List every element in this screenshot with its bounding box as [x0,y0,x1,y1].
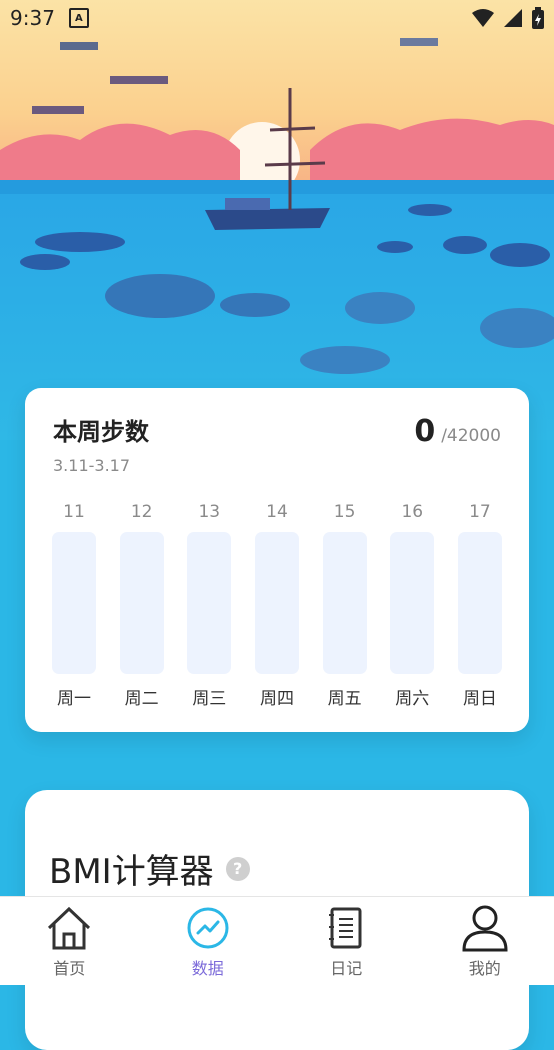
tab-label: 数据 [192,955,224,979]
day-date: 12 [131,500,153,524]
hero-illustration [0,0,554,440]
day-bar [255,532,299,674]
day-weekday: 周一 [57,684,91,709]
signal-icon [504,9,522,27]
day-weekday: 周六 [395,684,429,709]
current-steps: 0 [414,414,435,449]
day-bar [458,532,502,674]
status-bar: 9:37 A [0,0,554,36]
steps-total: 0 /42000 [414,414,501,449]
day-column[interactable]: 13 周三 [187,500,231,710]
help-icon[interactable]: ? [226,857,250,881]
notebook-icon [329,903,363,953]
day-weekday: 周日 [463,684,497,709]
weekly-steps-card[interactable]: 本周步数 3.11-3.17 0 /42000 11 周一 12 周二 13 周… [25,388,529,732]
tab-label: 日记 [330,955,362,979]
day-date: 13 [198,500,220,524]
bmi-title: BMI计算器 [49,844,214,893]
battery-icon [532,7,544,29]
day-bar [390,532,434,674]
day-weekday: 周三 [192,684,226,709]
goal-steps: /42000 [441,426,501,446]
week-bars: 11 周一 12 周二 13 周三 14 周四 15 周五 16 周六 [52,500,502,710]
day-bar [187,532,231,674]
day-column[interactable]: 11 周一 [52,500,96,710]
day-bar [120,532,164,674]
tab-home[interactable]: 首页 [0,897,139,985]
day-column[interactable]: 16 周六 [390,500,434,710]
day-date: 16 [401,500,423,524]
tab-label: 我的 [469,955,501,979]
home-icon [46,903,92,953]
day-weekday: 周五 [328,684,362,709]
day-date: 15 [334,500,356,524]
steps-card-title: 本周步数 [53,412,149,447]
day-weekday: 周四 [260,684,294,709]
day-bar [52,532,96,674]
day-column[interactable]: 12 周二 [120,500,164,710]
bottom-tab-bar: 首页 数据 日记 我的 [0,896,554,985]
tab-label: 首页 [53,955,85,979]
day-column[interactable]: 14 周四 [255,500,299,710]
day-date: 14 [266,500,288,524]
status-time: 9:37 [10,6,55,30]
date-range: 3.11-3.17 [53,456,130,475]
a-icon: A [69,8,89,28]
day-date: 17 [469,500,491,524]
day-weekday: 周二 [125,684,159,709]
bmi-title-row: BMI计算器 ? [49,844,250,893]
tab-diary[interactable]: 日记 [277,897,416,985]
day-date: 11 [63,500,85,524]
day-bar [323,532,367,674]
day-column[interactable]: 17 周日 [458,500,502,710]
tab-me[interactable]: 我的 [416,897,554,985]
user-icon [461,903,509,953]
chart-icon [186,903,230,953]
wifi-icon [472,9,494,27]
day-column[interactable]: 15 周五 [323,500,367,710]
tab-data[interactable]: 数据 [139,897,278,985]
